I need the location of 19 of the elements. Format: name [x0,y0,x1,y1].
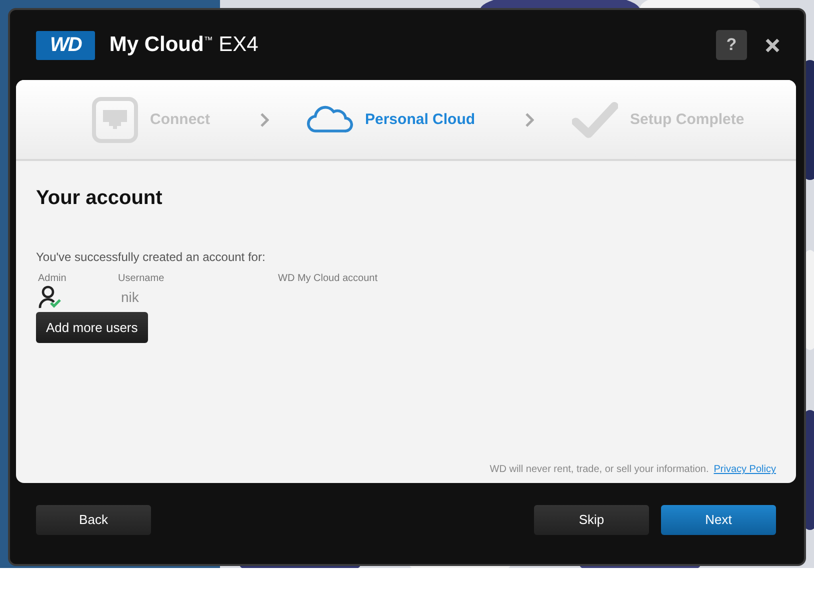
privacy-note: WD will never rent, trade, or sell your information. [490,464,709,475]
chevron-icon [525,112,534,126]
add-users-button[interactable]: Add more users [36,312,148,343]
username-cell-text: nik [120,289,140,305]
help-button[interactable]: ? [716,30,747,60]
column-header: Username [118,273,166,284]
section-heading: Your account [36,187,164,210]
primary-button[interactable]: Next [661,504,776,534]
column-header: Admin [37,273,68,284]
intro-text: You've successfully created an account for: [36,250,266,264]
wd-logo: WD [36,30,96,60]
step-label: Personal Cloud [365,111,476,128]
footer-button[interactable]: Back [36,504,151,534]
chevron-icon [260,112,269,126]
close-icon[interactable] [765,38,780,52]
footer-button[interactable]: Skip [534,504,649,534]
column-header: WD My Cloud account [278,273,378,284]
window-title: My Cloud$^{™}$ EX4 [109,33,258,57]
ethernet-port-icon [92,96,138,142]
